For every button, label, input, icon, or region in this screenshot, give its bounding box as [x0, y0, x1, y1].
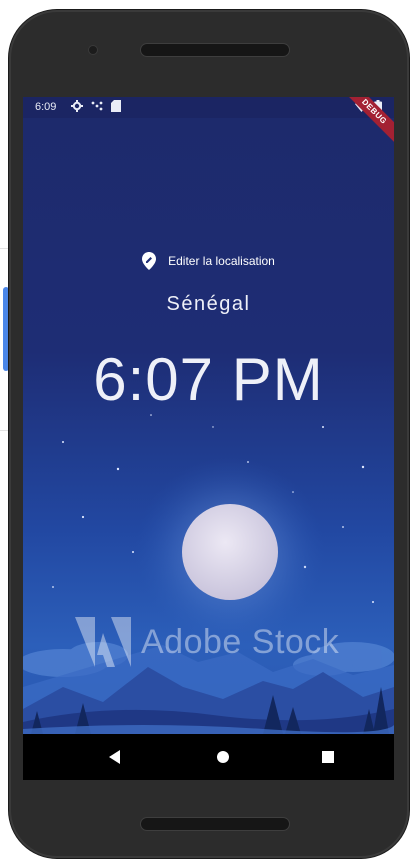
phone-frame: Adobe Stock 6:09 DEBUG Editer la localis… [9, 10, 409, 858]
home-icon [217, 751, 229, 763]
back-icon [109, 750, 120, 764]
phone-screen: Adobe Stock 6:09 DEBUG Editer la localis… [23, 97, 394, 780]
app-view: Adobe Stock 6:09 DEBUG Editer la localis… [23, 97, 394, 734]
signal-dots-icon [91, 101, 103, 111]
recents-icon [322, 751, 334, 763]
status-time: 6:09 [35, 101, 57, 113]
top-speaker [141, 44, 289, 56]
local-time: 6:07 PM [93, 346, 324, 413]
home-button[interactable] [213, 747, 233, 767]
stock-watermark: Adobe Stock [75, 617, 339, 667]
edit-location-label: Editer la localisation [168, 254, 275, 268]
adobe-logo-icon [75, 617, 131, 667]
back-button[interactable] [105, 747, 125, 767]
edit-location-button[interactable]: Editer la localisation [23, 252, 394, 270]
status-bar: 6:09 [23, 97, 394, 118]
gear-icon [71, 100, 83, 112]
country-name: Sénégal [166, 293, 251, 315]
location-edit-icon [142, 252, 157, 270]
watermark-text: Adobe Stock [141, 622, 340, 661]
front-camera [89, 46, 97, 54]
android-nav-bar [23, 734, 394, 780]
sim-card-icon [111, 100, 121, 112]
moon [182, 504, 278, 600]
status-left-icons [71, 100, 121, 112]
recents-button[interactable] [318, 747, 338, 767]
bottom-speaker [141, 818, 289, 830]
